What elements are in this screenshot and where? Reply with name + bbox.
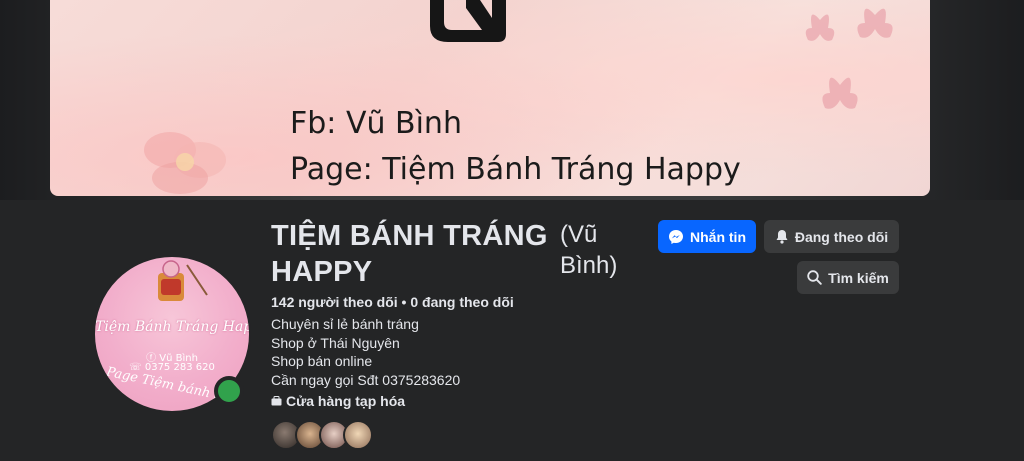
- shop-icon: [271, 396, 282, 406]
- message-button-label: Nhắn tin: [690, 228, 746, 245]
- following-button-label: Đang theo dõi: [794, 228, 889, 245]
- bio-line: Shop bán online: [271, 353, 373, 370]
- bio-line: Shop ở Thái Nguyên: [271, 334, 400, 351]
- profile-bio: Chuyên sỉ lẻ bánh tráng Shop ở Thái Nguy…: [271, 315, 460, 390]
- search-button[interactable]: Tìm kiếm: [797, 261, 899, 294]
- cover-photo[interactable]: Fb: Vũ Bình Page: Tiệm Bánh Tráng Happy: [50, 0, 930, 196]
- search-button-label: Tìm kiếm: [828, 269, 889, 286]
- bio-line: Chuyên sỉ lẻ bánh tráng: [271, 316, 419, 332]
- profile-name: TIỆM BÁNH TRÁNG HAPPY: [271, 220, 548, 288]
- category-label: Cửa hàng tạp hóa: [286, 393, 406, 409]
- cover-text-page: Page: Tiệm Bánh Tráng Happy: [290, 152, 741, 187]
- mutual-followers-avatars[interactable]: [271, 420, 373, 450]
- online-status-dot: [214, 376, 244, 406]
- cover-logo-graphic: [430, 0, 506, 42]
- cover-flower-decoration: [144, 132, 226, 194]
- follower-stats[interactable]: 142 người theo dõi • 0 đang theo dõi: [271, 294, 514, 310]
- avatar-mascot-graphic: [158, 260, 208, 301]
- follower-avatar[interactable]: [343, 420, 373, 450]
- cover-text-facebook: Fb: Vũ Bình: [290, 106, 462, 141]
- profile-alternate-name: (Vũ Bình): [560, 221, 618, 279]
- messenger-icon: [669, 229, 683, 244]
- search-icon: [807, 270, 822, 285]
- profile-avatar-container[interactable]: Tiệm Bánh Tráng Happy ⓕ Vũ Bình ☏ 0375 2…: [93, 255, 251, 413]
- cover-butterflies-decoration: [805, 8, 893, 109]
- avatar-shop-name: Tiệm Bánh Tráng Happy: [95, 319, 249, 335]
- message-button[interactable]: Nhắn tin: [658, 220, 756, 253]
- following-button[interactable]: Đang theo dõi: [764, 220, 899, 253]
- bell-icon: [776, 230, 788, 244]
- page-category[interactable]: Cửa hàng tạp hóa: [271, 393, 405, 409]
- bio-line: Cần ngay gọi Sđt 0375283620: [271, 372, 461, 389]
